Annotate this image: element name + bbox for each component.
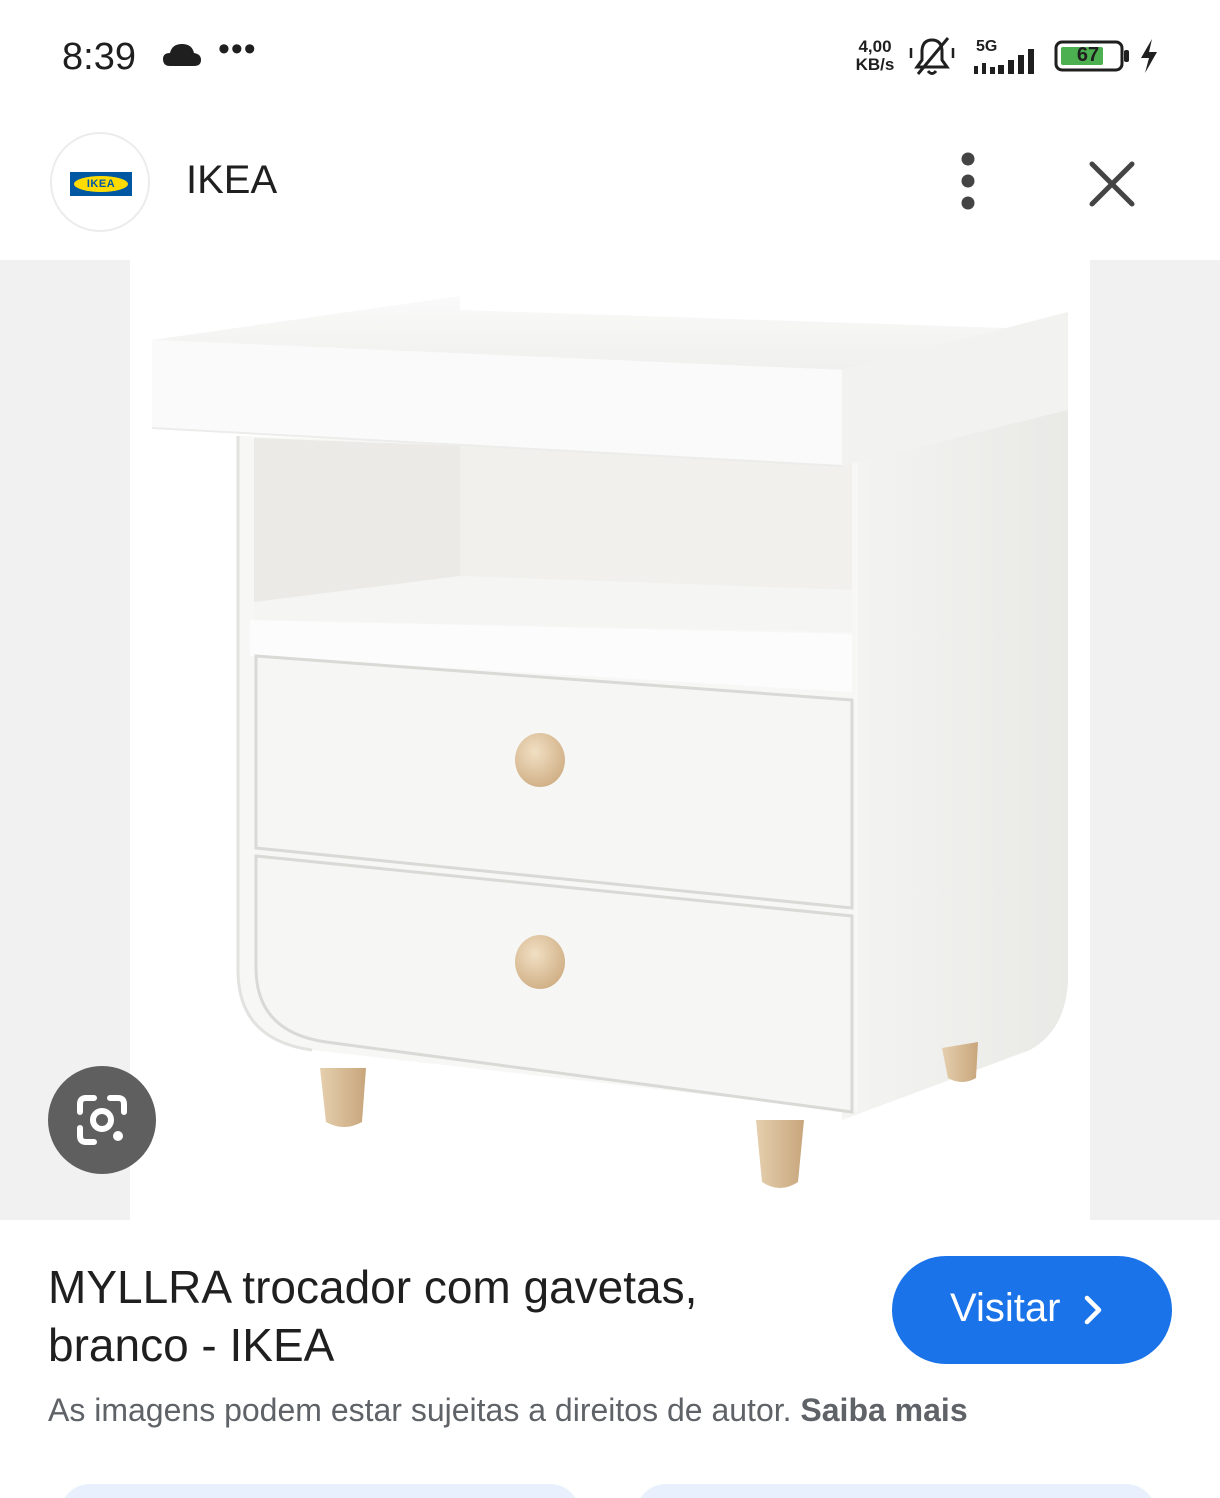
result-title[interactable]: MYLLRA trocador com gavetas, branco - IK…: [48, 1258, 828, 1374]
ikea-logo: IKEA: [70, 172, 132, 196]
product-image[interactable]: [130, 260, 1090, 1220]
google-lens-icon: [77, 1095, 127, 1145]
copyright-text: As imagens podem estar sujeitas a direit…: [48, 1392, 792, 1428]
learn-more-link[interactable]: Saiba mais: [800, 1392, 967, 1428]
close-icon[interactable]: [1082, 154, 1142, 214]
related-chip-2[interactable]: [636, 1484, 1156, 1498]
cloud-icon: [163, 44, 201, 66]
product-image-panel[interactable]: [130, 260, 1090, 1220]
google-lens-button[interactable]: [48, 1066, 156, 1174]
net-speed-unit: KB/s: [855, 55, 895, 74]
visit-button[interactable]: Visitar: [892, 1256, 1172, 1364]
net-speed-value: 4,00: [858, 37, 892, 56]
net-speed: 4,00 KB/s: [850, 38, 900, 74]
ikea-logo-text: IKEA: [86, 178, 116, 190]
status-time: 8:39: [62, 36, 136, 78]
site-logo[interactable]: IKEA: [50, 132, 150, 232]
charging-icon: [1141, 39, 1157, 73]
visit-button-label: Visitar: [950, 1286, 1061, 1330]
network-type: 5G: [976, 38, 997, 55]
result-title-line-1: MYLLRA trocador com gavetas,: [48, 1261, 698, 1313]
result-header: IKEA IKEA: [0, 120, 1220, 250]
chevron-right-icon: [1084, 1295, 1102, 1325]
more-notifications-icon: •••: [218, 30, 257, 68]
site-name[interactable]: IKEA: [186, 158, 277, 203]
image-viewer: [0, 260, 1220, 1220]
related-chip-1[interactable]: [60, 1484, 580, 1498]
status-bar: 8:39 ••• 4,00 KB/s 5G 67: [0, 0, 1220, 115]
more-vert-icon[interactable]: [942, 150, 994, 212]
result-title-line-2: branco - IKEA: [48, 1319, 335, 1371]
copyright-notice: As imagens podem estar sujeitas a direit…: [48, 1392, 968, 1429]
signal-icon: 5G: [974, 38, 1034, 74]
mute-icon: [909, 37, 955, 75]
battery-level: 67: [1076, 44, 1100, 66]
